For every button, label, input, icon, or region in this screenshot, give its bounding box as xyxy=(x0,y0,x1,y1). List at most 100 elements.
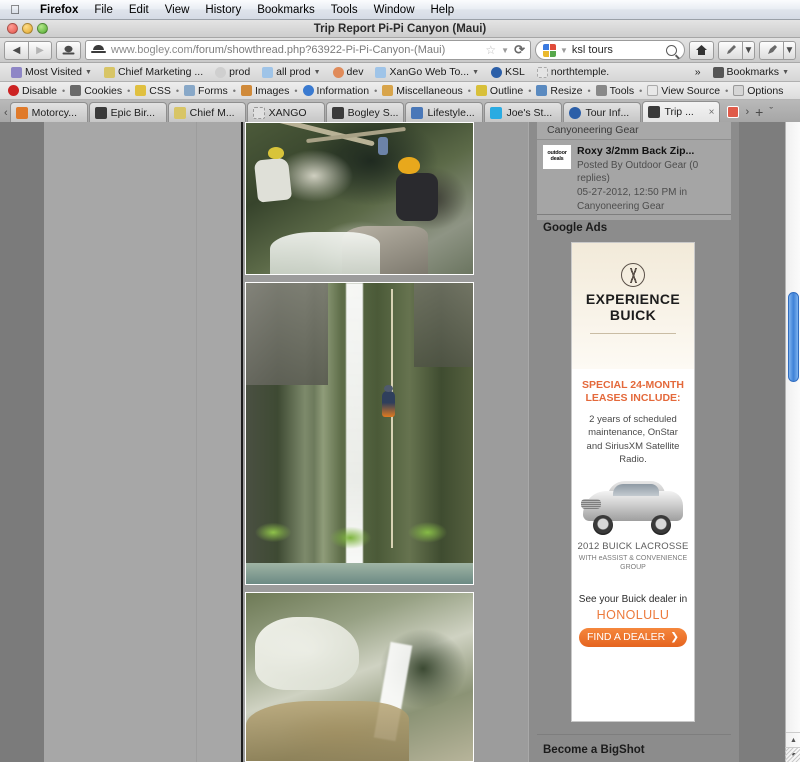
bookmarks-menu-button[interactable]: Bookmarks ▼ xyxy=(707,66,795,78)
devtool-disable[interactable]: Disable xyxy=(4,85,61,97)
tab-lifestyle[interactable]: Lifestyle... xyxy=(405,102,484,122)
star-folder-icon xyxy=(712,66,724,78)
tab-tour-info[interactable]: Tour Inf... xyxy=(563,102,642,122)
outline-icon xyxy=(475,85,487,96)
site-info-button[interactable] xyxy=(56,40,81,60)
post-forum-link[interactable]: Canyoneering Gear xyxy=(577,200,725,213)
menu-tools[interactable]: Tools xyxy=(323,4,366,16)
tab-favicon xyxy=(15,106,28,119)
tab-scroll-right-button[interactable]: › xyxy=(745,106,749,118)
chevron-down-icon[interactable]: ▼ xyxy=(782,69,789,76)
bookmark-label: all prod xyxy=(276,66,311,78)
sidebar-category-label[interactable]: Canyoneering Gear xyxy=(537,122,731,140)
menu-file[interactable]: File xyxy=(86,4,121,16)
measure-menu-button[interactable]: ▼ xyxy=(783,40,796,60)
bookmark-xango-web-tools[interactable]: XanGo Web To... ▼ xyxy=(369,66,485,78)
recent-posts-widget: Canyoneering Gear outdoor deals Roxy 3/2… xyxy=(537,122,731,221)
sidebar-post-item[interactable]: outdoor deals Roxy 3/2mm Back Zip... Pos… xyxy=(537,140,731,221)
forward-button[interactable]: ▶ xyxy=(28,40,52,60)
menu-edit[interactable]: Edit xyxy=(121,4,157,16)
tab-epic-bir[interactable]: Epic Bir... xyxy=(88,102,167,122)
waterfall-rappel-photo[interactable] xyxy=(245,282,474,585)
bookmark-label: northtemple. xyxy=(550,66,610,78)
eyedropper-button[interactable] xyxy=(718,40,742,60)
bookmark-most-visited[interactable]: Most Visited ▼ xyxy=(5,66,98,78)
bookmark-ksl[interactable]: KSL xyxy=(485,66,531,78)
new-tab-button[interactable]: + xyxy=(755,104,763,120)
tab-scroll-left-button[interactable]: ‹ xyxy=(4,107,10,122)
devtool-label: Information xyxy=(316,84,370,97)
tab-motorcycle[interactable]: Motorcy... xyxy=(9,102,88,122)
tab-chief-marketing[interactable]: Chief M... xyxy=(167,102,246,122)
chevron-down-icon[interactable]: ▼ xyxy=(85,69,92,76)
vertical-scrollbar[interactable]: ▲ ▼ xyxy=(785,122,800,762)
search-input[interactable]: ▼ ksl tours xyxy=(535,40,685,60)
devtool-label: Miscellaneous xyxy=(396,84,463,97)
folder-icon xyxy=(11,66,22,78)
menu-help[interactable]: Help xyxy=(423,4,463,16)
search-icon[interactable] xyxy=(666,44,677,56)
tab-bogley[interactable]: Bogley S... xyxy=(325,102,405,122)
devtool-forms[interactable]: Forms xyxy=(180,85,232,97)
cascade-pool-photo[interactable] xyxy=(245,592,474,762)
menu-view[interactable]: View xyxy=(157,4,198,16)
search-engine-chevron-icon[interactable]: ▼ xyxy=(560,46,568,55)
devtool-css[interactable]: CSS xyxy=(131,85,175,97)
mail-icon[interactable] xyxy=(727,106,740,118)
devtool-outline[interactable]: Outline xyxy=(472,85,527,97)
bookmark-all-prod[interactable]: all prod ▼ xyxy=(256,66,326,78)
search-query-value: ksl tours xyxy=(571,44,613,56)
chevron-down-icon[interactable]: ▼ xyxy=(472,69,479,76)
buick-shield-icon xyxy=(621,263,645,287)
column-divider xyxy=(196,122,197,762)
scrollbar-thumb[interactable] xyxy=(788,292,799,382)
scroll-up-button[interactable]: ▲ xyxy=(786,732,800,747)
close-tab-icon[interactable]: × xyxy=(709,107,715,118)
folder-icon xyxy=(262,66,274,78)
tab-trip-report[interactable]: Trip ... × xyxy=(642,101,721,122)
menu-firefox[interactable]: Firefox xyxy=(32,4,86,16)
google-ad-banner[interactable]: ▷ EXPERIENCE BUICK SPECIAL 24-MONTH LEAS… xyxy=(571,242,695,722)
menu-bookmarks[interactable]: Bookmarks xyxy=(249,4,323,16)
bookmark-star-icon[interactable]: ☆ xyxy=(485,43,496,57)
apple-logo-icon[interactable]:  xyxy=(8,3,22,16)
tab-list-button[interactable]: ˇ xyxy=(769,106,773,118)
back-button[interactable]: ◀ xyxy=(4,40,28,60)
devtool-miscellaneous[interactable]: Miscellaneous xyxy=(378,85,467,97)
devtool-resize[interactable]: Resize xyxy=(532,85,586,97)
devtool-label: Forms xyxy=(198,84,228,97)
cta-label: FIND A DEALER xyxy=(586,631,666,644)
devtool-options[interactable]: Options xyxy=(729,85,787,97)
tab-favicon xyxy=(94,106,107,119)
page-viewport: Canyoneering Gear outdoor deals Roxy 3/2… xyxy=(0,122,785,762)
devtool-tools[interactable]: Tools xyxy=(592,85,639,97)
bookmarks-overflow-button[interactable]: » xyxy=(689,66,707,78)
bookmark-chief-marketing[interactable]: Chief Marketing ... xyxy=(98,66,209,78)
canyoneers-pool-photo[interactable] xyxy=(245,122,474,275)
tab-xango[interactable]: XANGO xyxy=(246,102,325,122)
chevron-down-icon[interactable]: ▼ xyxy=(501,46,509,55)
bookmark-prod[interactable]: prod xyxy=(209,66,256,78)
menu-history[interactable]: History xyxy=(197,4,249,16)
bookmark-northtemple[interactable]: northtemple. xyxy=(531,66,615,78)
find-a-dealer-button[interactable]: FIND A DEALER ❯ xyxy=(579,627,687,647)
measure-button[interactable] xyxy=(759,40,783,60)
bookmark-dev[interactable]: dev xyxy=(327,66,370,78)
eyedropper-menu-button[interactable]: ▼ xyxy=(742,40,755,60)
address-bar[interactable]: www.bogley.com/forum/showthread.php?6392… xyxy=(85,40,531,60)
ad-dealer-city: HONOLULU xyxy=(596,607,670,622)
resize-grip[interactable] xyxy=(785,747,800,762)
devtool-images[interactable]: Images xyxy=(237,85,293,97)
tab-joes-st[interactable]: Joe's St... xyxy=(484,102,563,122)
chevron-down-icon[interactable]: ▼ xyxy=(314,69,321,76)
ad-offer-text: SPECIAL 24-MONTH LEASES INCLUDE: xyxy=(582,379,684,404)
devtool-cookies[interactable]: Cookies xyxy=(66,85,126,97)
reload-icon[interactable]: ⟳ xyxy=(514,42,525,58)
sidebar-divider xyxy=(537,214,731,215)
post-title-link[interactable]: Roxy 3/2mm Back Zip... xyxy=(577,145,725,158)
devtool-information[interactable]: Information xyxy=(299,85,374,97)
home-button[interactable] xyxy=(689,40,714,60)
devtool-view-source[interactable]: View Source xyxy=(643,85,724,97)
bookmark-label: Chief Marketing ... xyxy=(117,66,204,78)
menu-window[interactable]: Window xyxy=(366,4,423,16)
